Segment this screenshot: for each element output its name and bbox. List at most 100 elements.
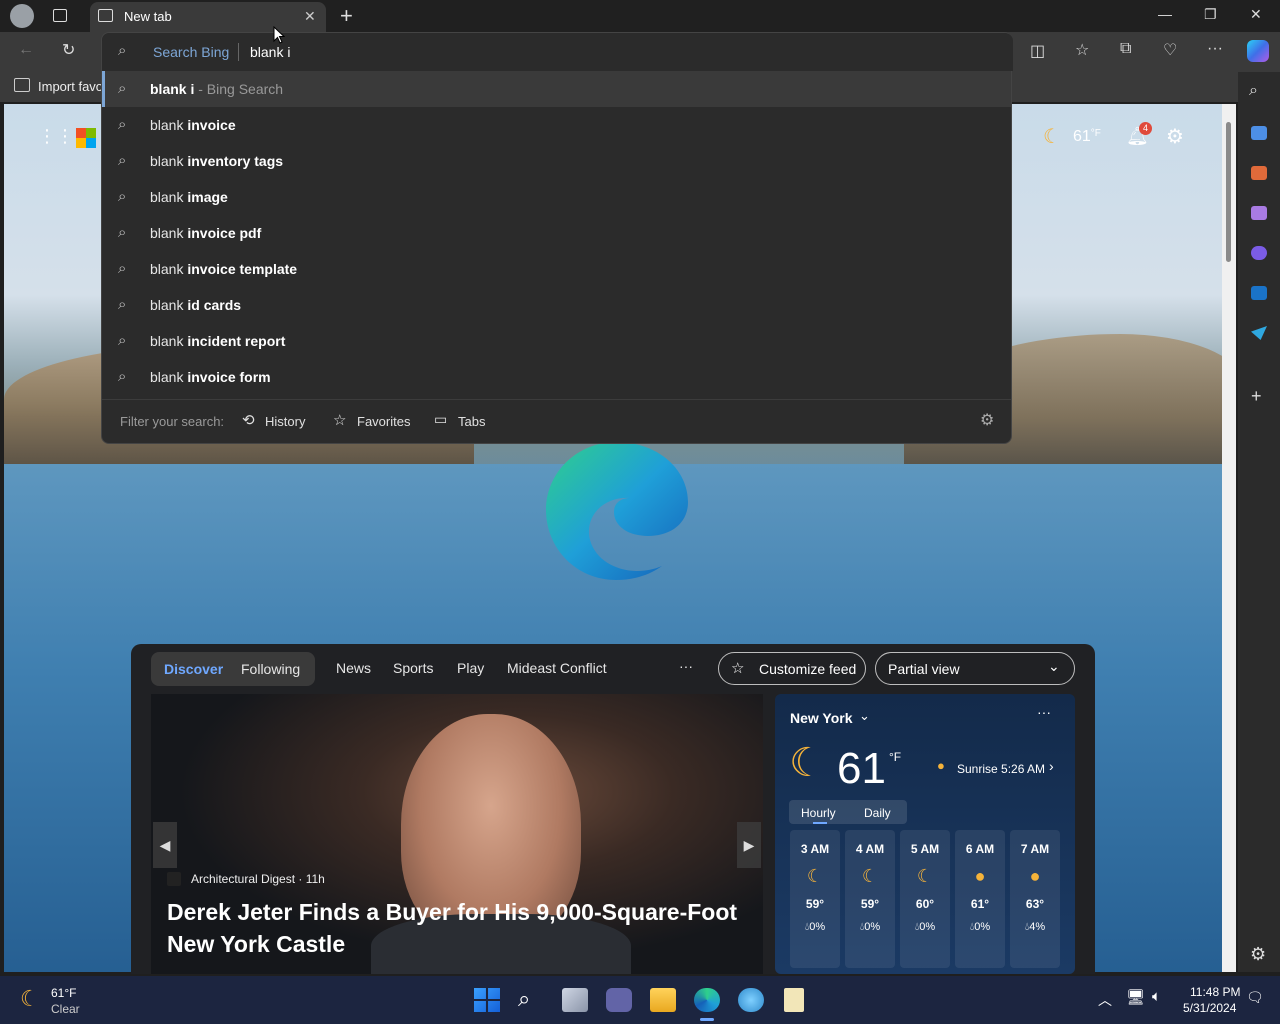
weather-tab-daily[interactable]: Daily (864, 806, 891, 820)
suggestion-item[interactable]: ⌕ blank invoice form (102, 359, 1011, 395)
mouse-cursor-icon (273, 26, 285, 44)
close-tab-icon[interactable]: ✕ (304, 8, 316, 25)
weather-card[interactable]: New York ⌄ ··· ☾ 61 °F ● Sunrise 5:26 AM… (775, 694, 1075, 974)
nav-news[interactable]: News (336, 660, 371, 676)
sun-icon: ● (974, 866, 986, 886)
import-favorites-link[interactable]: Import favo (38, 79, 103, 94)
sidebar-outlook-icon[interactable] (1251, 286, 1267, 300)
restore-button[interactable]: ❐ (1204, 6, 1217, 23)
taskbar-search-icon[interactable]: ⌕ (518, 986, 544, 1011)
filter-tabs[interactable]: Tabs (458, 414, 485, 429)
address-bar[interactable]: ⌕ Search Bing (102, 33, 1013, 71)
sunrise-chevron-icon[interactable]: › (1049, 758, 1054, 774)
weather-city[interactable]: New York (790, 710, 853, 726)
article-headline[interactable]: Derek Jeter Finds a Buyer for His 9,000-… (167, 896, 747, 960)
address-input[interactable] (250, 41, 990, 63)
hour-forecast-5am: 5 AM ☾ 60° 💧︎0% (900, 830, 950, 968)
address-divider (238, 43, 239, 61)
back-icon[interactable]: ← (18, 41, 34, 59)
close-window-button[interactable]: ✕ (1250, 6, 1262, 23)
copilot-icon[interactable] (1247, 40, 1269, 62)
suggestion-item[interactable]: ⌕ blank incident report (102, 323, 1011, 359)
more-options-icon[interactable]: ··· (1207, 40, 1223, 58)
clock-date[interactable]: 5/31/2024 (1183, 1001, 1236, 1015)
tab-following[interactable]: Following (241, 661, 300, 677)
tab-page-icon (98, 9, 113, 22)
filter-history[interactable]: History (265, 414, 305, 429)
sidebar-send-icon[interactable] (1251, 326, 1267, 340)
suggestion-item[interactable]: ⌕ blank invoice (102, 107, 1011, 143)
taskbar-weather-temp[interactable]: 61°F (51, 986, 76, 1000)
search-icon: ⌕ (118, 188, 127, 205)
globe-app-icon[interactable] (738, 988, 764, 1012)
edge-taskbar-icon[interactable] (694, 988, 720, 1012)
customize-feed-button[interactable]: ☆ Customize feed (718, 652, 866, 685)
hero-article-card[interactable]: ◀ ▶ Architectural Digest · 11h Derek Jet… (151, 694, 763, 974)
sunrise-time[interactable]: Sunrise 5:26 AM (957, 762, 1045, 776)
ntp-temperature[interactable]: 61°F (1073, 128, 1101, 146)
suggestion-item[interactable]: ⌕ blank inventory tags (102, 143, 1011, 179)
search-icon: ⌕ (118, 42, 127, 59)
teams-chat-icon[interactable] (606, 988, 632, 1012)
sidebar-shopping-icon[interactable] (1251, 126, 1267, 140)
tab-new-tab[interactable]: New tab ✕ (90, 2, 326, 32)
nav-play[interactable]: Play (457, 660, 484, 676)
city-chevron-down-icon[interactable]: ⌄ (859, 708, 870, 724)
tab-discover[interactable]: Discover (164, 661, 223, 677)
filter-favorites[interactable]: Favorites (357, 414, 410, 429)
weather-tab-hourly[interactable]: Hourly (801, 806, 836, 820)
workspaces-icon[interactable] (53, 9, 67, 22)
refresh-icon[interactable]: ↻ (62, 40, 75, 60)
carousel-prev-button[interactable]: ◀ (153, 822, 177, 868)
page-scrollbar[interactable] (1222, 104, 1236, 972)
weather-more-icon[interactable]: ··· (1037, 704, 1051, 720)
new-tab-button[interactable]: + (340, 3, 353, 29)
notification-center-icon[interactable]: 🗨︎ (1246, 989, 1264, 1006)
carousel-next-button[interactable]: ▶ (737, 822, 761, 868)
volume-icon[interactable]: 🔈︎ (1152, 988, 1161, 1005)
hour-forecast-7am: 7 AM ● 63° 💧︎4% (1010, 830, 1060, 968)
start-button[interactable] (474, 988, 500, 1012)
show-hidden-icons-chevron[interactable]: ︿ (1098, 990, 1112, 1010)
minimize-button[interactable]: — (1158, 6, 1172, 22)
clock-time[interactable]: 11:48 PM (1190, 985, 1240, 999)
scroll-thumb[interactable] (1226, 122, 1231, 262)
notepad-icon[interactable] (784, 988, 804, 1012)
suggestion-item[interactable]: ⌕ blank id cards (102, 287, 1011, 323)
search-icon: ⌕ (118, 296, 127, 313)
search-settings-gear-icon[interactable]: ⚙ (980, 410, 994, 430)
sidebar-search-icon[interactable]: ⌕ (1249, 82, 1258, 100)
sidebar-copilot-icon[interactable] (1251, 246, 1267, 260)
moon-icon: ☾ (916, 866, 934, 886)
taskbar: ☾ 61°F Clear ⌕ ︿ 🖥︎ 🔈︎ 11:48 PM 5/31/202… (0, 976, 1280, 1024)
browser-essentials-icon[interactable]: ♡ (1163, 40, 1177, 60)
suggestion-bing-search[interactable]: ⌕ blank i - Bing Search (102, 71, 1011, 107)
task-view-icon[interactable] (562, 988, 588, 1012)
file-explorer-icon[interactable] (650, 988, 676, 1012)
suggestion-item[interactable]: ⌕ blank image (102, 179, 1011, 215)
search-icon: ⌕ (118, 80, 127, 97)
sidebar-settings-icon[interactable]: ⚙ (1250, 944, 1266, 965)
news-feed: Discover Following News Sports Play Mide… (131, 644, 1095, 974)
favorites-star-icon[interactable]: ☆ (1075, 40, 1089, 60)
history-icon: ⟲ (242, 412, 255, 429)
taskbar-weather-moon-icon[interactable]: ☾ (20, 986, 40, 1012)
tab-title: New tab (124, 9, 172, 24)
network-icon[interactable]: 🖥︎ (1126, 988, 1145, 1006)
sidebar-tools-icon[interactable] (1251, 166, 1267, 180)
split-screen-icon[interactable]: ◫ (1030, 41, 1045, 61)
sidebar-games-icon[interactable] (1251, 206, 1267, 220)
nav-more-icon[interactable]: ··· (679, 658, 693, 674)
suggestion-item[interactable]: ⌕ blank invoice template (102, 251, 1011, 287)
nav-mideast-conflict[interactable]: Mideast Conflict (507, 660, 607, 676)
sidebar-add-icon[interactable]: + (1251, 386, 1262, 407)
edge-logo (546, 442, 688, 580)
suggestion-item[interactable]: ⌕ blank invoice pdf (102, 215, 1011, 251)
profile-avatar[interactable] (10, 4, 34, 28)
microsoft-logo-icon (76, 128, 96, 148)
taskbar-weather-desc[interactable]: Clear (51, 1002, 80, 1016)
collections-icon[interactable]: ⧉ (1120, 40, 1131, 58)
nav-sports[interactable]: Sports (393, 660, 433, 676)
page-settings-gear-icon[interactable]: ⚙ (1166, 124, 1184, 149)
view-mode-select[interactable]: Partial view ⌄ (875, 652, 1075, 685)
